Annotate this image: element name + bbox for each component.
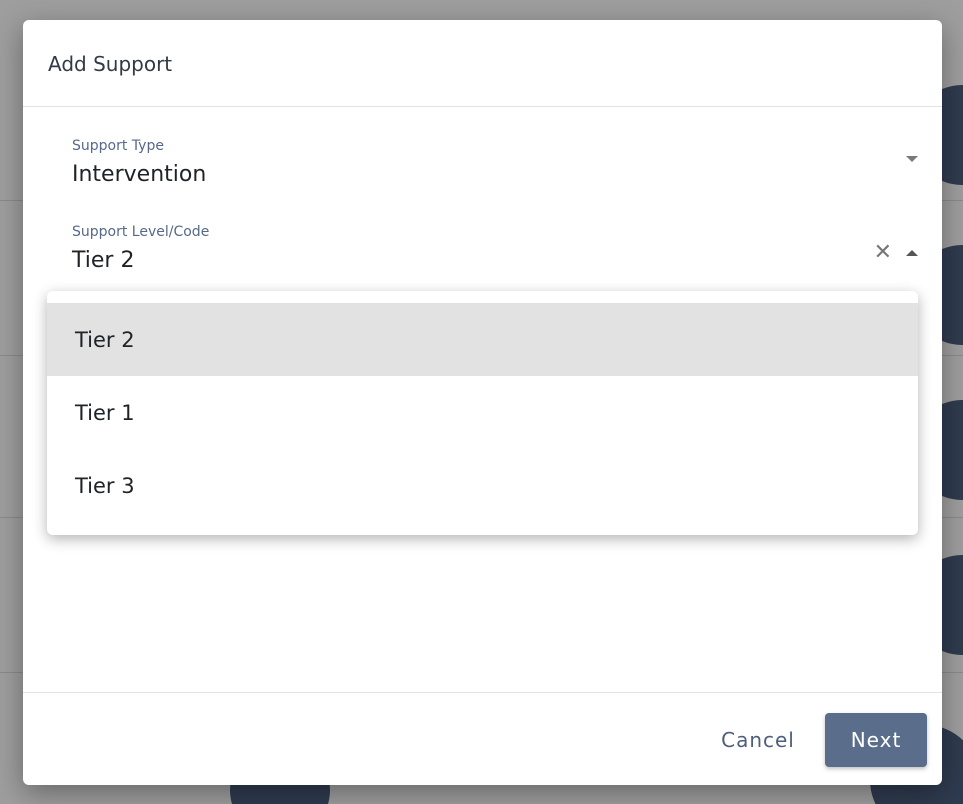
caret-up-icon[interactable] [906,250,918,256]
dialog-header: Add Support [23,20,942,107]
support-level-select[interactable]: Support Level/Code Tier 2 ✕ [72,224,918,288]
add-support-dialog: Add Support Support Type Intervention Su… [23,20,942,785]
dropdown-option[interactable]: Tier 1 [47,376,918,449]
support-level-dropdown-menu: Tier 2 Tier 1 Tier 3 [47,291,918,535]
support-level-label: Support Level/Code [72,224,210,240]
next-button[interactable]: Next [825,713,927,767]
support-type-select[interactable]: Support Type Intervention [72,138,918,202]
dropdown-option[interactable]: Tier 2 [47,303,918,376]
dialog-title: Add Support [48,52,173,76]
support-type-label: Support Type [72,138,164,154]
support-type-value: Intervention [72,162,207,187]
close-icon[interactable]: ✕ [874,242,892,264]
caret-down-icon[interactable] [906,156,918,162]
cancel-button[interactable]: Cancel [703,713,813,767]
dropdown-option[interactable]: Tier 3 [47,449,918,522]
support-level-value: Tier 2 [72,248,135,273]
dialog-footer: Cancel Next [23,692,942,786]
